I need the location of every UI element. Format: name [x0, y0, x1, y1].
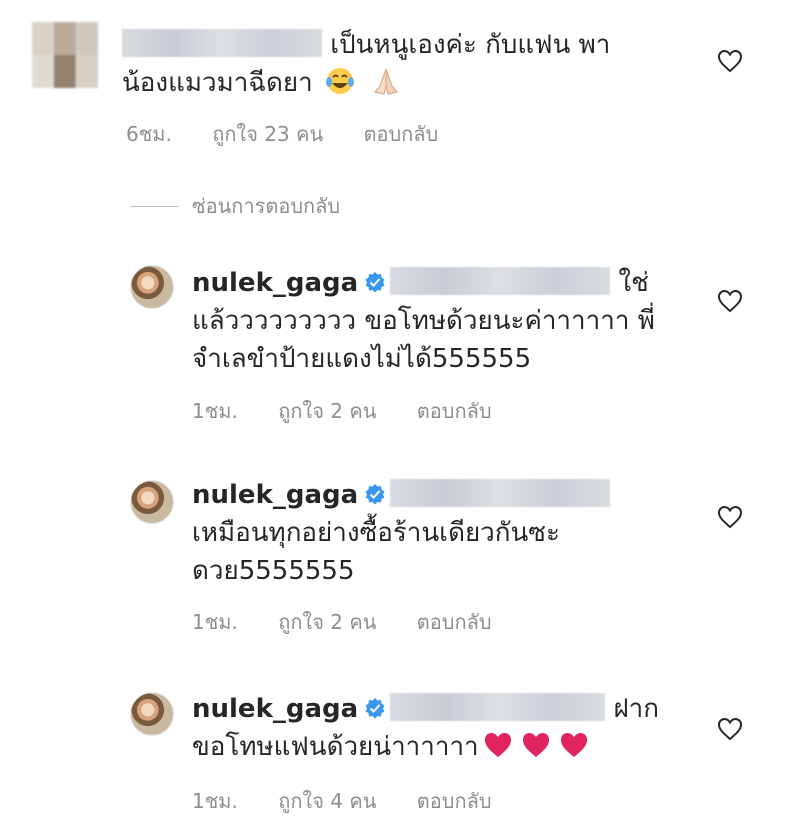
heart-outline-icon[interactable]: [717, 49, 743, 73]
comment-meta: 1ชม. ถูกใจ 2 คน ตอบกลับ: [192, 395, 526, 427]
heart-outline-icon[interactable]: [717, 289, 743, 313]
comment-time: 1ชม.: [192, 399, 238, 423]
hide-replies-label[interactable]: ซ่อนการตอบกลับ: [192, 190, 340, 222]
folded-hands-emoji: [374, 68, 399, 95]
comment-text: nulek_gaga เหมือนทุกอย่างซื้อร้านเดียวกั…: [192, 476, 611, 590]
likes-count[interactable]: ถูกใจ 2 คน: [278, 399, 376, 423]
redacted-mention: [390, 479, 611, 507]
redacted-username: [122, 29, 322, 57]
heart-outline-icon[interactable]: [717, 505, 743, 529]
tears-of-joy-emoji: [326, 68, 355, 94]
likes-count[interactable]: ถูกใจ 2 คน: [278, 610, 376, 634]
comment-meta: 1ชม. ถูกใจ 2 คน ตอบกลับ: [192, 606, 526, 638]
avatar[interactable]: [130, 480, 174, 524]
likes-count[interactable]: ถูกใจ 23 คน: [212, 122, 323, 146]
verified-badge-icon: [365, 484, 385, 505]
verified-badge-icon: [365, 272, 385, 293]
comment-text-line2: น้องแมวมาฉีดยา: [122, 68, 313, 98]
comment-time: 1ชม.: [192, 610, 238, 634]
comment-text-line3: ดวย5555555: [192, 556, 355, 586]
comment-text: nulek_gaga ใช่ แล้ววววววววว ขอโทษด้วยนะค…: [192, 264, 655, 378]
likes-count[interactable]: ถูกใจ 4 คน: [278, 789, 376, 813]
red-heart-emoji: [484, 733, 511, 757]
red-heart-emoji: [560, 733, 587, 757]
reply-button[interactable]: ตอบกลับ: [417, 610, 492, 634]
comment-meta: 6ชม. ถูกใจ 23 คน ตอบกลับ: [126, 118, 472, 150]
username[interactable]: nulek_gaga: [192, 268, 358, 298]
comment-time: 6ชม.: [126, 122, 172, 146]
comment-text-line1: ฝาก: [613, 694, 660, 724]
avatar[interactable]: [130, 265, 174, 309]
comment-time: 1ชม.: [192, 789, 238, 813]
reply-button[interactable]: ตอบกลับ: [417, 789, 492, 813]
verified-badge-icon: [365, 698, 385, 719]
comment-text-line1: ใช่: [618, 268, 649, 298]
red-heart-emoji: [522, 733, 549, 757]
comment-meta: 1ชม. ถูกใจ 4 คน ตอบกลับ: [192, 785, 526, 817]
comment-text-line2: เหมือนทุกอย่างซื้อร้านเดียวกันซะ: [192, 518, 560, 548]
redacted-mention: [390, 693, 606, 721]
comment-text-line1: เป็นหนูเองค่ะ กับแฟน พา: [330, 30, 611, 60]
comment-text-line2: ขอโทษแฟนด้วยน่าาาาาา: [192, 732, 479, 762]
username[interactable]: nulek_gaga: [192, 480, 358, 510]
reply-button[interactable]: ตอบกลับ: [363, 122, 438, 146]
heart-outline-icon[interactable]: [717, 717, 743, 741]
comment-text-line2: แล้ววววววววว ขอโทษด้วยนะค่าาาาาา พี่: [192, 306, 655, 336]
comment-text: เป็นหนูเองค่ะ กับแฟน พา น้องแมวมาฉีดยา: [122, 26, 610, 102]
comment-text: nulek_gaga ฝาก ขอโทษแฟนด้วยน่าาาาาา: [192, 690, 659, 766]
avatar[interactable]: [130, 692, 174, 736]
reply-button[interactable]: ตอบกลับ: [417, 399, 492, 423]
redacted-mention: [390, 267, 611, 295]
avatar[interactable]: [32, 22, 98, 88]
comment-text-line3: จำเลขำป้ายแดงไม่ได้555555: [192, 344, 532, 374]
username[interactable]: nulek_gaga: [192, 694, 358, 724]
divider: [130, 205, 178, 207]
hide-replies-toggle[interactable]: ซ่อนการตอบกลับ: [130, 190, 340, 222]
